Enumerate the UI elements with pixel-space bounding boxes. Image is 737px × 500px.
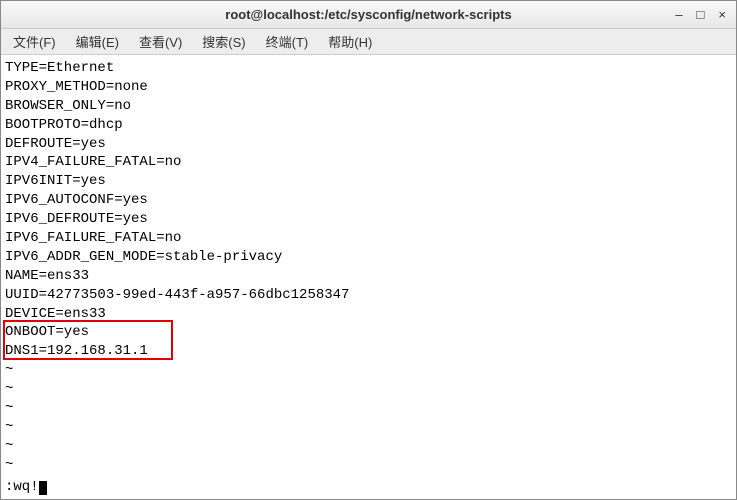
vim-command-line[interactable]: :wq! — [5, 478, 47, 497]
config-line: IPV6_ADDR_GEN_MODE=stable-privacy — [5, 248, 732, 267]
terminal-window: root@localhost:/etc/sysconfig/network-sc… — [0, 0, 737, 500]
config-line: NAME=ens33 — [5, 267, 732, 286]
empty-line-tilde: ~ — [5, 361, 732, 380]
config-line: IPV6_DEFROUTE=yes — [5, 210, 732, 229]
config-line: DEVICE=ens33 — [5, 305, 732, 324]
empty-line-tilde: ~ — [5, 380, 732, 399]
config-line: DNS1=192.168.31.1 — [5, 342, 732, 361]
menu-view[interactable]: 查看(V) — [135, 30, 186, 53]
config-line: DEFROUTE=yes — [5, 135, 732, 154]
empty-line-tilde: ~ — [5, 456, 732, 475]
window-controls: – □ × — [675, 7, 726, 22]
config-line: IPV4_FAILURE_FATAL=no — [5, 153, 732, 172]
menu-help[interactable]: 帮助(H) — [324, 30, 376, 53]
empty-line-tilde: ~ — [5, 399, 732, 418]
config-line: IPV6_AUTOCONF=yes — [5, 191, 732, 210]
menu-terminal[interactable]: 终端(T) — [262, 30, 313, 53]
vim-command: :wq! — [5, 479, 39, 495]
cursor-icon — [39, 481, 47, 495]
config-line: IPV6INIT=yes — [5, 172, 732, 191]
menu-edit[interactable]: 编辑(E) — [72, 30, 123, 53]
terminal-area[interactable]: TYPE=Ethernet PROXY_METHOD=none BROWSER_… — [1, 55, 736, 499]
config-line: IPV6_FAILURE_FATAL=no — [5, 229, 732, 248]
minimize-icon[interactable]: – — [675, 7, 682, 22]
menubar: 文件(F) 编辑(E) 查看(V) 搜索(S) 终端(T) 帮助(H) — [1, 29, 736, 55]
empty-line-tilde: ~ — [5, 418, 732, 437]
config-line: PROXY_METHOD=none — [5, 78, 732, 97]
config-line: BOOTPROTO=dhcp — [5, 116, 732, 135]
empty-line-tilde: ~ — [5, 437, 732, 456]
window-title: root@localhost:/etc/sysconfig/network-sc… — [9, 7, 728, 22]
menu-search[interactable]: 搜索(S) — [198, 30, 249, 53]
close-icon[interactable]: × — [718, 7, 726, 22]
menu-file[interactable]: 文件(F) — [9, 30, 60, 53]
config-line: TYPE=Ethernet — [5, 59, 732, 78]
config-line: UUID=42773503-99ed-443f-a957-66dbc125834… — [5, 286, 732, 305]
config-line: BROWSER_ONLY=no — [5, 97, 732, 116]
config-line: ONBOOT=yes — [5, 323, 732, 342]
maximize-icon[interactable]: □ — [697, 7, 705, 22]
titlebar: root@localhost:/etc/sysconfig/network-sc… — [1, 1, 736, 29]
